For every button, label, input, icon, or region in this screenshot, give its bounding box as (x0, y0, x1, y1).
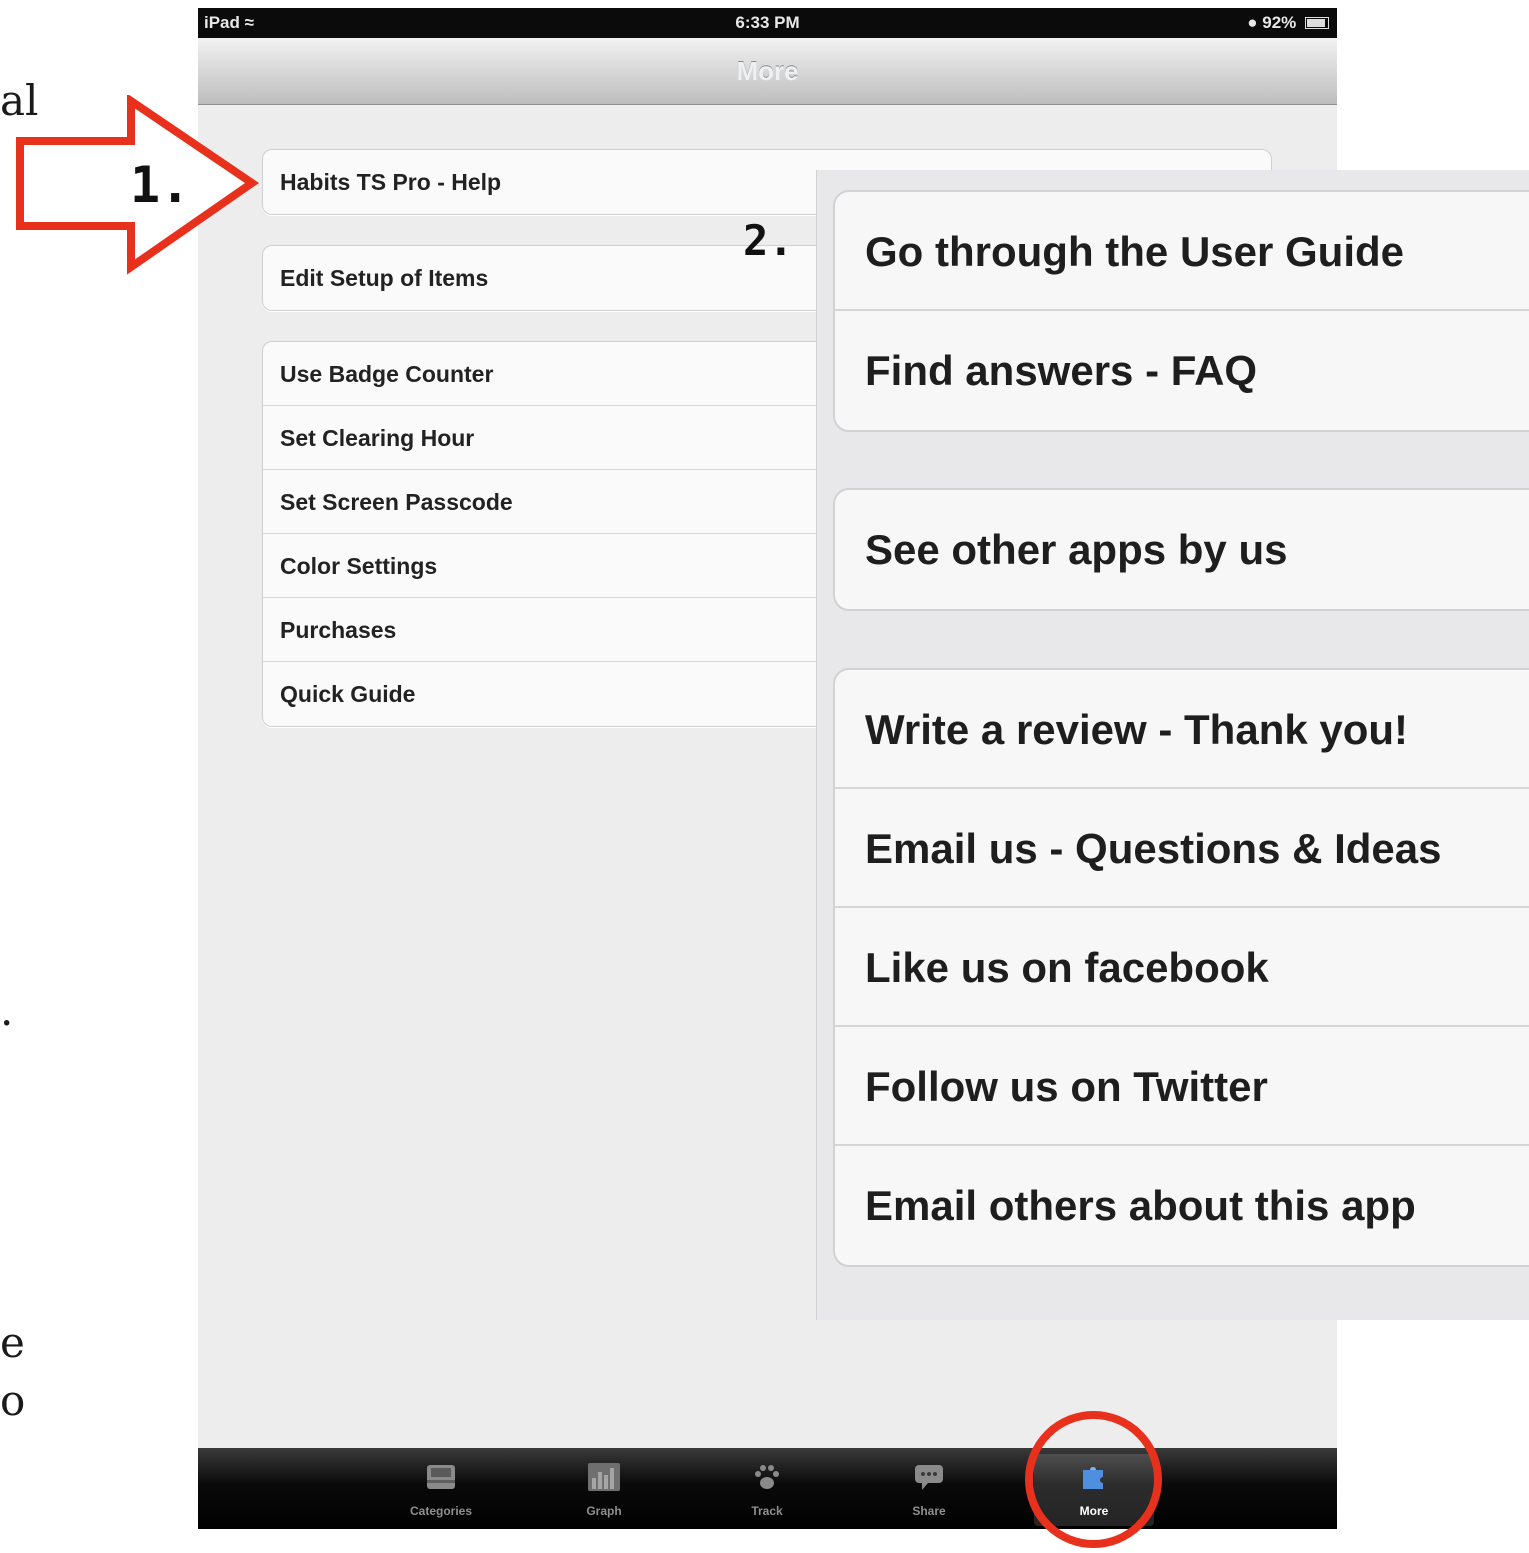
tab-label: Categories (409, 1504, 473, 1518)
location-icon: ● (1247, 13, 1258, 32)
option-other-apps[interactable]: See other apps by us (835, 490, 1529, 609)
help-group-apps: See other apps by us (833, 488, 1529, 611)
page-title: More (736, 56, 799, 86)
inbox-icon (424, 1462, 458, 1492)
clipped-text-fragment: . (0, 986, 14, 1035)
step-2-label: 2. (743, 216, 794, 265)
tab-graph[interactable]: Graph (544, 1454, 664, 1526)
tab-label: Graph (586, 1504, 622, 1518)
option-user-guide[interactable]: Go through the User Guide (835, 192, 1529, 311)
tab-label: Track (751, 1504, 783, 1518)
clipped-text-fragment: o (0, 1376, 26, 1425)
tab-label: Share (912, 1504, 946, 1518)
help-group-guides: Go through the User Guide Find answers -… (833, 190, 1529, 432)
clock: 6:33 PM (735, 13, 800, 32)
battery-indicator: ● 92% (1247, 13, 1329, 33)
bar-graph-icon (587, 1462, 621, 1492)
paw-icon (750, 1462, 784, 1492)
tab-bar: Categories Graph Track Share More (198, 1448, 1337, 1529)
tab-track[interactable]: Track (707, 1454, 827, 1526)
tab-categories[interactable]: Categories (381, 1454, 501, 1526)
nav-bar: More (198, 38, 1337, 105)
battery-icon (1305, 17, 1329, 29)
help-menu-zoom-overlay: Go through the User Guide Find answers -… (816, 170, 1529, 1320)
clipped-text-fragment: e (0, 1318, 25, 1367)
status-bar: iPad ≈ 6:33 PM ● 92% (198, 8, 1337, 38)
speech-bubble-icon (912, 1462, 946, 1492)
more-tab-highlight-circle (1025, 1411, 1162, 1548)
battery-percent: 92% (1262, 13, 1297, 32)
option-email-others[interactable]: Email others about this app (835, 1146, 1529, 1265)
option-email-us[interactable]: Email us - Questions & Ideas (835, 789, 1529, 908)
help-group-contact: Write a review - Thank you! Email us - Q… (833, 668, 1529, 1267)
step-1-label: 1. (130, 156, 191, 214)
option-facebook[interactable]: Like us on facebook (835, 908, 1529, 1027)
tab-share[interactable]: Share (869, 1454, 989, 1526)
option-write-review[interactable]: Write a review - Thank you! (835, 670, 1529, 789)
option-twitter[interactable]: Follow us on Twitter (835, 1027, 1529, 1146)
option-faq[interactable]: Find answers - FAQ (835, 311, 1529, 430)
